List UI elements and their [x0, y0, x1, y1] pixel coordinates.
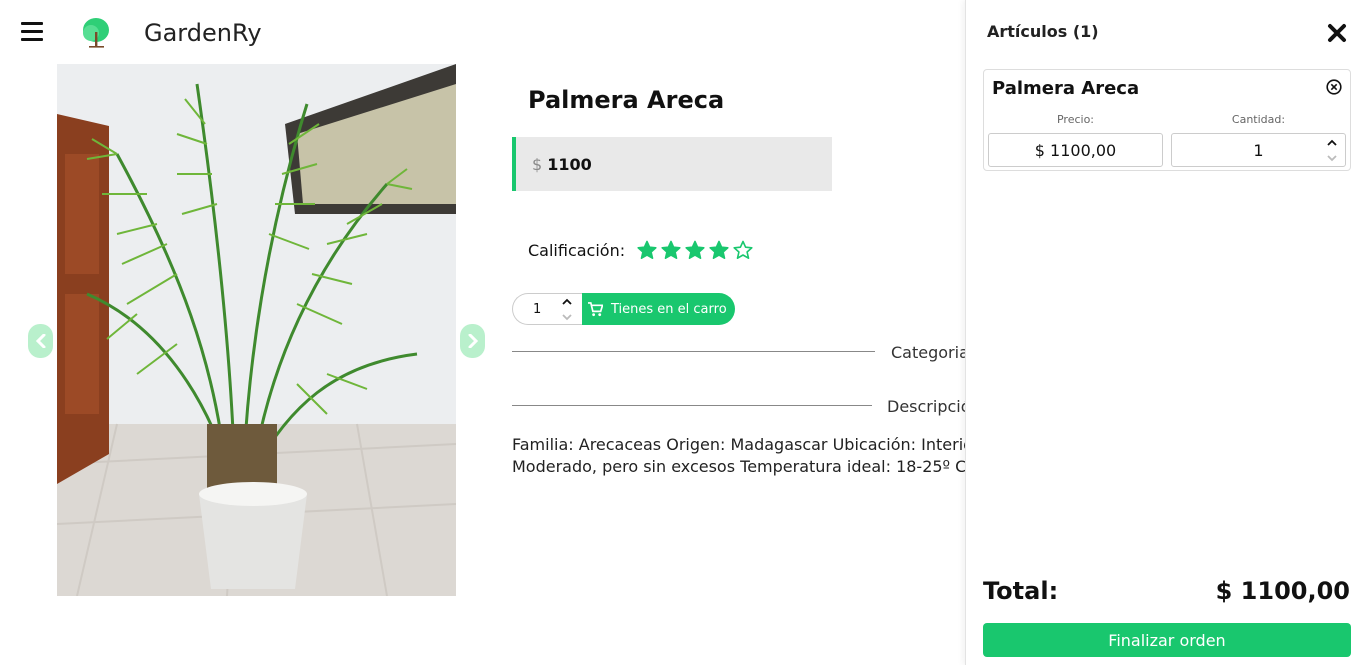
- cart-item: Palmera Areca Precio: Cantidad: $ 1100,0…: [983, 69, 1351, 171]
- description-title[interactable]: Descripción: [887, 397, 965, 416]
- total-label: Total:: [983, 577, 1059, 605]
- star-filled-icon[interactable]: [709, 240, 729, 260]
- categories-divider: [512, 351, 875, 352]
- product-photo: [57, 64, 456, 596]
- close-icon[interactable]: [1326, 22, 1348, 44]
- categories-title[interactable]: Categorias: [891, 343, 965, 362]
- cart-panel: Artículos (1) Palmera Areca Precio: Cant…: [965, 0, 1366, 665]
- gallery-prev-button[interactable]: [28, 324, 53, 358]
- checkout-button[interactable]: Finalizar orden: [983, 623, 1351, 657]
- in-cart-label: Tienes en el carro: [611, 301, 727, 317]
- cart-item-name: Palmera Areca: [992, 78, 1140, 99]
- chevron-up-icon[interactable]: [562, 297, 572, 307]
- cart-item-price-field: $ 1100,00: [988, 133, 1163, 167]
- star-filled-icon[interactable]: [685, 240, 705, 260]
- rating-label: Calificación:: [528, 240, 626, 260]
- price-box: $ 1100: [512, 137, 832, 191]
- product-quantity-input[interactable]: 1: [512, 293, 582, 325]
- cart-quantity-stepper[interactable]: [1327, 138, 1337, 168]
- hamburger-menu-icon[interactable]: [21, 22, 43, 42]
- chevron-up-icon[interactable]: [1327, 138, 1337, 148]
- brand-name[interactable]: GardenRy: [144, 19, 262, 47]
- price-label: Precio:: [1056, 113, 1095, 126]
- chevron-right-icon: [468, 334, 478, 348]
- currency-symbol: $: [532, 154, 543, 174]
- cart-item-quantity: 1: [1253, 140, 1264, 160]
- description-line: Familia: Arecaceas Origen: Madagascar Ub…: [512, 435, 966, 454]
- product-quantity-value: 1: [533, 301, 542, 317]
- star-filled-icon[interactable]: [661, 240, 681, 260]
- quantity-label: Cantidad:: [1231, 113, 1286, 126]
- cart-item-price: $ 1100,00: [1034, 140, 1117, 160]
- product-title: Palmera Areca: [528, 86, 725, 114]
- quantity-stepper[interactable]: [562, 297, 572, 327]
- cart-item-quantity-input[interactable]: 1: [1171, 133, 1346, 167]
- total-value: $ 1100,00: [1215, 577, 1350, 605]
- product-description: Familia: Arecaceas Origen: Madagascar Ub…: [512, 434, 966, 478]
- star-empty-icon[interactable]: [733, 240, 753, 260]
- gallery-next-button[interactable]: [460, 324, 485, 358]
- chevron-down-icon[interactable]: [562, 312, 572, 322]
- in-cart-button[interactable]: Tienes en el carro: [580, 293, 735, 325]
- star-filled-icon[interactable]: [637, 240, 657, 260]
- description-divider: [512, 405, 872, 406]
- add-to-cart-group: 1 Tienes en el carro: [512, 293, 735, 325]
- remove-item-icon[interactable]: [1326, 79, 1342, 95]
- rating-stars: [637, 240, 753, 260]
- chevron-down-icon[interactable]: [1327, 153, 1337, 163]
- product-price: 1100: [547, 154, 592, 174]
- chevron-left-icon: [35, 334, 45, 348]
- cart-title: Artículos (1): [987, 22, 1099, 41]
- shopping-cart-icon: [588, 301, 603, 316]
- tree-logo-icon[interactable]: [80, 16, 112, 50]
- rating: Calificación:: [528, 240, 753, 260]
- description-line: Moderado, pero sin excesos Temperatura i…: [512, 457, 966, 476]
